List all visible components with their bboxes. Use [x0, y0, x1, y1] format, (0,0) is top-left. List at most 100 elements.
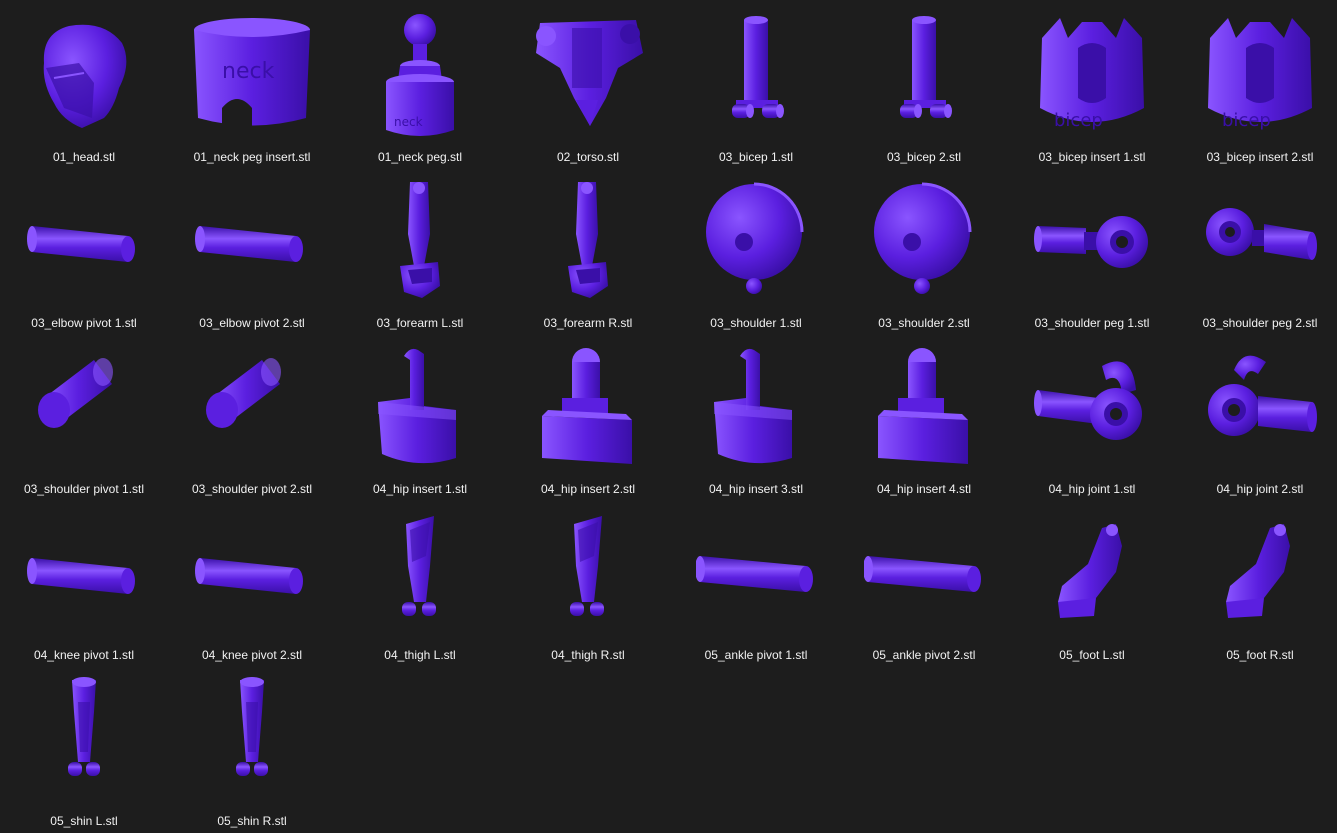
file-name-label: 03_shoulder 2.stl	[878, 316, 970, 330]
pivot-rod-model-icon	[192, 506, 312, 641]
shin-model-icon	[192, 672, 312, 807]
file-item[interactable]: 04_hip joint 1.stl	[1008, 332, 1176, 498]
file-name-label: 04_hip insert 3.stl	[708, 482, 804, 496]
file-name-label: 01_neck peg insert.stl	[193, 150, 311, 164]
file-item[interactable]: 03_shoulder 2.stl	[840, 166, 1008, 332]
file-item[interactable]: 04_hip insert 3.stl	[672, 332, 840, 498]
thigh-model-icon	[360, 506, 480, 641]
file-name-label: 03_shoulder pivot 2.stl	[191, 482, 313, 496]
file-item[interactable]: 04_hip insert 4.stl	[840, 332, 1008, 498]
file-name-label: 03_bicep insert 2.stl	[1206, 150, 1314, 164]
foot-model-icon	[1200, 506, 1320, 641]
file-name-label: 04_hip insert 1.stl	[372, 482, 468, 496]
pivot-rod-model-icon	[24, 506, 144, 641]
forearm-model-icon	[360, 174, 480, 309]
thigh-model-icon	[528, 506, 648, 641]
pivot-rod-model-icon	[24, 174, 144, 309]
file-item[interactable]: 03_elbow pivot 2.stl	[168, 166, 336, 332]
hip-insert-model-icon	[696, 340, 816, 475]
file-item[interactable]: 05_shin L.stl	[0, 664, 168, 830]
file-item[interactable]: 05_shin R.stl	[168, 664, 336, 830]
file-name-label: 04_hip insert 2.stl	[540, 482, 636, 496]
hip-joint-model-icon	[1200, 340, 1320, 475]
file-name-label: 04_knee pivot 2.stl	[201, 648, 303, 662]
file-item[interactable]: 03_shoulder peg 2.stl	[1176, 166, 1337, 332]
bicep-model-icon	[864, 8, 984, 143]
file-name-label: 04_hip joint 2.stl	[1216, 482, 1304, 496]
shoulder-ball-model-icon	[864, 174, 984, 309]
file-item[interactable]: 01_head.stl	[0, 0, 168, 166]
neck-peg-insert-model-icon: neck	[192, 8, 312, 143]
file-name-label: 03_bicep 2.stl	[886, 150, 962, 164]
file-item[interactable]: 04_thigh R.stl	[504, 498, 672, 664]
file-item[interactable]: bicep 03_bicep insert 2.stl	[1176, 0, 1337, 166]
file-item[interactable]: 04_hip insert 2.stl	[504, 332, 672, 498]
file-name-label: 03_shoulder peg 2.stl	[1202, 316, 1318, 330]
file-name-label: 04_hip joint 1.stl	[1048, 482, 1136, 496]
shoulder-ball-model-icon	[696, 174, 816, 309]
file-name-label: 03_bicep 1.stl	[718, 150, 794, 164]
pivot-rod-model-icon	[192, 174, 312, 309]
file-item[interactable]: 03_elbow pivot 1.stl	[0, 166, 168, 332]
file-item[interactable]: 03_bicep 1.stl	[672, 0, 840, 166]
bicep-insert-model-icon: bicep	[1032, 8, 1152, 143]
file-item[interactable]: 04_hip insert 1.stl	[336, 332, 504, 498]
file-thumbnail-grid: 01_head.stl neck 01_neck peg insert.stl	[0, 0, 1337, 833]
file-item[interactable]: 04_hip joint 2.stl	[1176, 332, 1337, 498]
file-item[interactable]: 05_ankle pivot 2.stl	[840, 498, 1008, 664]
svg-text:neck: neck	[222, 59, 275, 84]
svg-text:bicep: bicep	[1222, 110, 1271, 131]
file-name-label: 03_shoulder peg 1.stl	[1034, 316, 1150, 330]
head-model-icon	[24, 8, 144, 143]
file-name-label: 04_hip insert 4.stl	[876, 482, 972, 496]
shoulder-pivot-model-icon	[192, 340, 312, 475]
file-name-label: 05_shin L.stl	[50, 814, 118, 828]
file-item[interactable]: 02_torso.stl	[504, 0, 672, 166]
file-name-label: 03_elbow pivot 2.stl	[199, 316, 305, 330]
hip-insert-model-icon	[864, 340, 984, 475]
hip-insert-model-icon	[528, 340, 648, 475]
file-name-label: 03_shoulder pivot 1.stl	[23, 482, 145, 496]
file-name-label: 03_bicep insert 1.stl	[1038, 150, 1146, 164]
file-item[interactable]: 03_shoulder pivot 1.stl	[0, 332, 168, 498]
file-name-label: 01_neck peg.stl	[377, 150, 463, 164]
file-item[interactable]: bicep 03_bicep insert 1.stl	[1008, 0, 1176, 166]
file-item[interactable]: 03_shoulder 1.stl	[672, 166, 840, 332]
file-name-label: 04_knee pivot 1.stl	[33, 648, 135, 662]
file-name-label: 05_ankle pivot 1.stl	[704, 648, 808, 662]
file-item[interactable]: neck 01_neck peg insert.stl	[168, 0, 336, 166]
file-item[interactable]: 03_forearm R.stl	[504, 166, 672, 332]
file-item[interactable]: 03_shoulder pivot 2.stl	[168, 332, 336, 498]
foot-model-icon	[1032, 506, 1152, 641]
file-item[interactable]: 04_knee pivot 2.stl	[168, 498, 336, 664]
file-item[interactable]: 05_foot L.stl	[1008, 498, 1176, 664]
bicep-model-icon	[696, 8, 816, 143]
forearm-model-icon	[528, 174, 648, 309]
file-name-label: 03_shoulder 1.stl	[710, 316, 802, 330]
torso-model-icon	[528, 8, 648, 143]
file-name-label: 05_ankle pivot 2.stl	[872, 648, 976, 662]
file-item[interactable]: neck 01_neck peg.stl	[336, 0, 504, 166]
file-item[interactable]: 03_bicep 2.stl	[840, 0, 1008, 166]
file-name-label: 02_torso.stl	[556, 150, 620, 164]
file-name-label: 04_thigh R.stl	[551, 648, 625, 662]
pivot-rod-model-icon	[864, 506, 984, 641]
file-item[interactable]: 05_foot R.stl	[1176, 498, 1337, 664]
file-name-label: 05_shin R.stl	[217, 814, 287, 828]
bicep-insert-model-icon: bicep	[1200, 8, 1320, 143]
file-item[interactable]: 04_thigh L.stl	[336, 498, 504, 664]
file-item[interactable]: 03_forearm L.stl	[336, 166, 504, 332]
shoulder-peg-model-icon	[1032, 174, 1152, 309]
file-name-label: 03_forearm R.stl	[543, 316, 633, 330]
hip-insert-model-icon	[360, 340, 480, 475]
file-name-label: 04_thigh L.stl	[384, 648, 456, 662]
file-name-label: 03_elbow pivot 1.stl	[31, 316, 137, 330]
file-name-label: 05_foot R.stl	[1226, 648, 1294, 662]
pivot-rod-model-icon	[696, 506, 816, 641]
neck-peg-model-icon: neck	[360, 8, 480, 143]
hip-joint-model-icon	[1032, 340, 1152, 475]
shoulder-peg-model-icon	[1200, 174, 1320, 309]
file-item[interactable]: 03_shoulder peg 1.stl	[1008, 166, 1176, 332]
file-item[interactable]: 04_knee pivot 1.stl	[0, 498, 168, 664]
file-item[interactable]: 05_ankle pivot 1.stl	[672, 498, 840, 664]
